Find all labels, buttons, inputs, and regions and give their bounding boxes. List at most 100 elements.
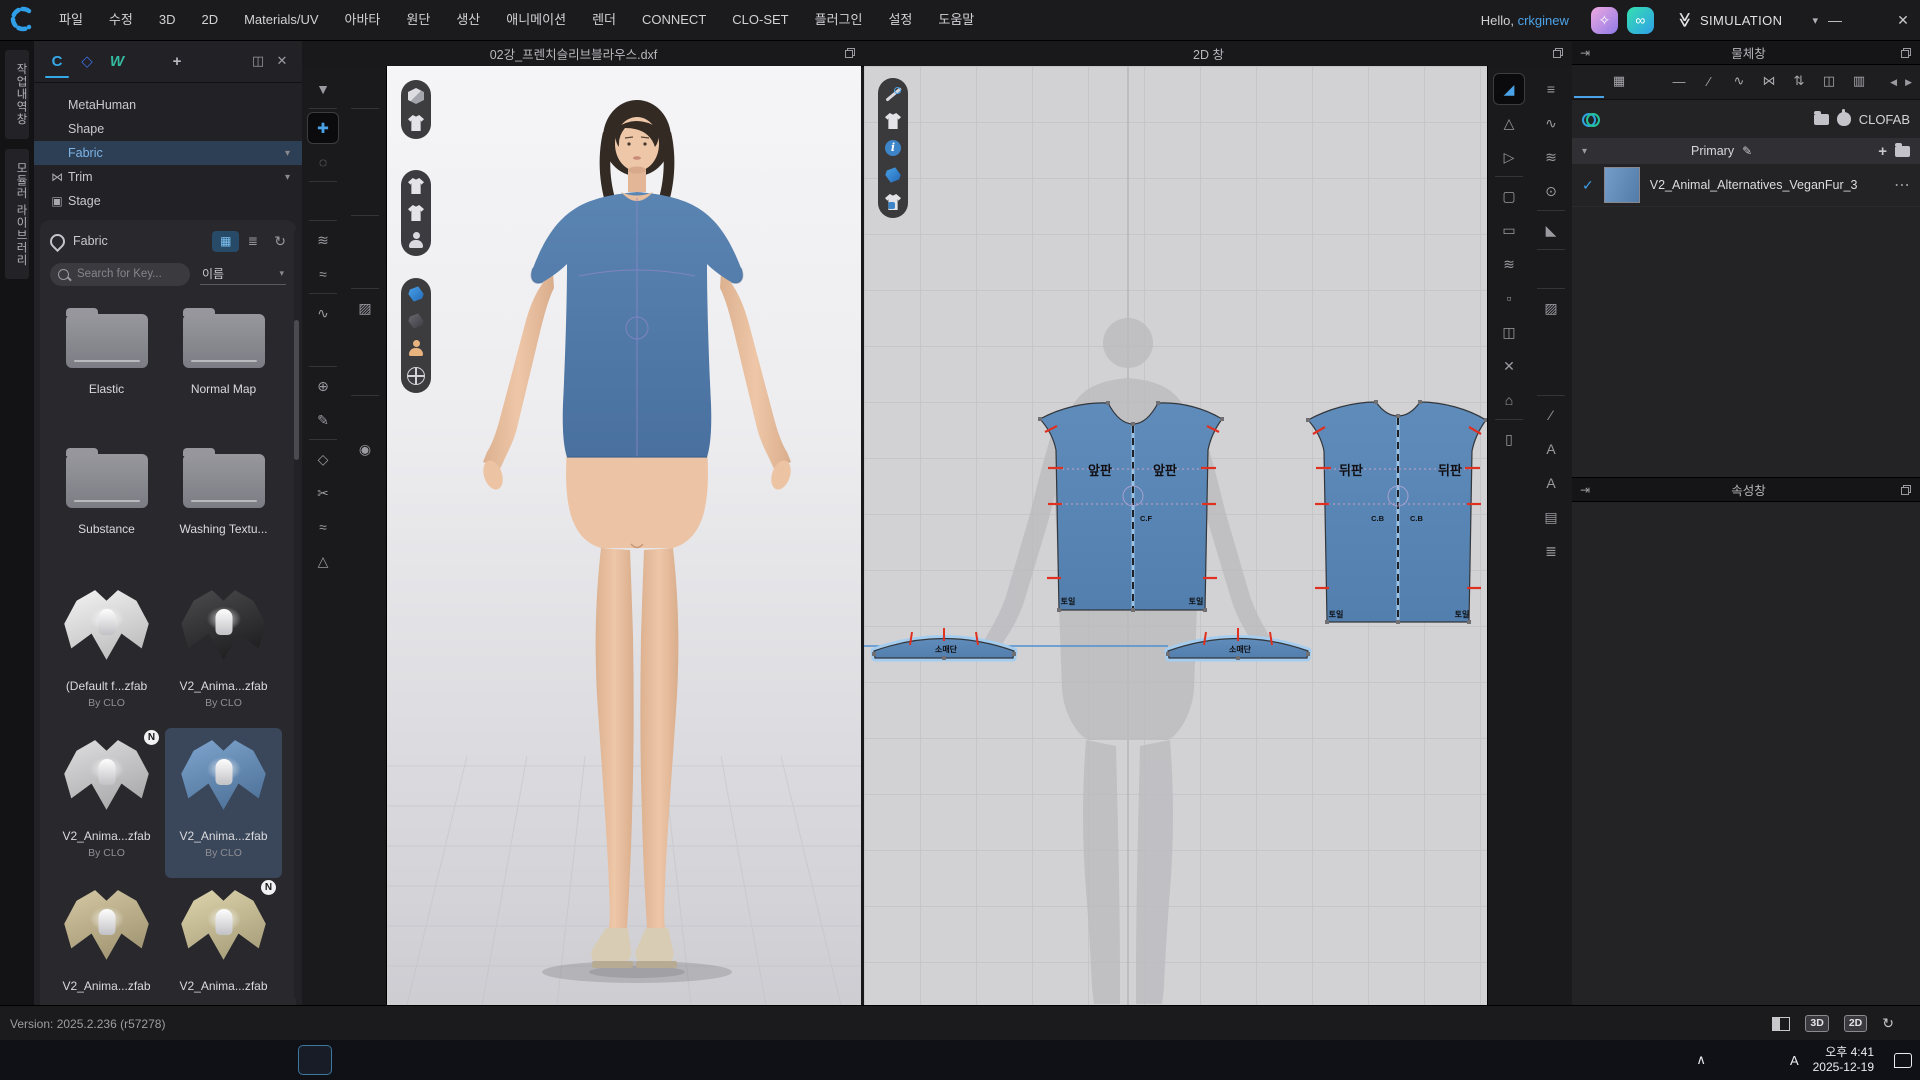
button-tool-icon[interactable] xyxy=(350,400,380,430)
select-brush-icon[interactable]: ◌ xyxy=(308,147,338,177)
clone-pattern-icon[interactable]: ◫ xyxy=(1494,317,1524,347)
float-window-icon[interactable] xyxy=(845,48,855,58)
library-item-veganfur-grey[interactable]: N V2_Anima...zfab By CLO xyxy=(48,728,165,878)
edge-browser-button[interactable] xyxy=(126,1040,168,1080)
fabric-view-on-icon[interactable] xyxy=(408,286,424,302)
menu-item[interactable]: 3D xyxy=(146,0,189,40)
library-scrollbar[interactable] xyxy=(294,230,299,999)
menu-item[interactable]: 수정 xyxy=(96,0,146,40)
menu-item[interactable]: CONNECT xyxy=(629,0,719,40)
styling-assist-icon[interactable] xyxy=(408,205,424,221)
layout-list-icon[interactable]: ≣ xyxy=(1536,536,1566,566)
3d-view-toggle[interactable]: 3D xyxy=(1805,1015,1828,1032)
menu-item[interactable]: 파일 xyxy=(46,0,96,40)
2d-viewport[interactable]: 앞판 앞판 C.F 토일 토일 xyxy=(864,66,1487,1005)
avatar[interactable] xyxy=(480,100,794,968)
free-sewing-2d-icon[interactable]: ∿ xyxy=(1536,108,1566,138)
ime-korean-icon[interactable]: A xyxy=(1790,1053,1799,1068)
fabric-2d-icon[interactable] xyxy=(885,167,901,183)
menu-item[interactable]: 생산 xyxy=(443,0,493,40)
refresh-view-icon[interactable]: ↻ xyxy=(1882,1015,1894,1032)
notification-center-icon[interactable] xyxy=(1894,1053,1912,1068)
library-item-veganfur-tan[interactable]: V2_Anima...zfab xyxy=(48,878,165,1005)
restore-button[interactable] xyxy=(1852,0,1886,40)
library-item-default-fabric[interactable]: (Default f...zfab By CLO xyxy=(48,578,165,728)
intersect-icon[interactable]: ✕ xyxy=(1494,351,1524,381)
check-icon[interactable]: ✓ xyxy=(1582,177,1594,194)
menu-item[interactable]: Materials/UV xyxy=(231,0,331,40)
search-button[interactable] xyxy=(42,1040,84,1080)
shirt-2d-icon[interactable] xyxy=(1536,254,1566,284)
file-explorer-button[interactable] xyxy=(210,1040,252,1080)
library-item-elastic[interactable]: Elastic xyxy=(48,298,165,438)
tab-piping[interactable]: ◫ xyxy=(1814,66,1844,98)
split-view-icon[interactable] xyxy=(1772,1017,1790,1031)
library-tab-folder[interactable] xyxy=(132,46,162,76)
avatar-skin-icon[interactable] xyxy=(408,340,424,356)
select-move-icon[interactable]: ✚ xyxy=(308,113,338,143)
pattern-front[interactable]: 앞판 앞판 C.F 토일 토일 xyxy=(1038,401,1224,612)
trace-icon[interactable]: ⌂ xyxy=(1494,385,1524,415)
menu-item[interactable]: 애니메이션 xyxy=(493,0,579,40)
fabric-list-item[interactable]: ✓ V2_Animal_Alternatives_VeganFur_3 ⋯ xyxy=(1572,164,1920,207)
fabric-view-off-icon[interactable] xyxy=(408,313,424,329)
chevron-down-icon[interactable]: ▾ xyxy=(1582,146,1587,157)
polygon-pattern-icon[interactable]: ▢ xyxy=(1494,181,1524,211)
checker-2d-icon[interactable] xyxy=(1536,327,1566,357)
grading-icon[interactable]: ▤ xyxy=(1536,502,1566,532)
menu-item[interactable]: 설정 xyxy=(875,0,925,40)
ai-magic-button[interactable]: ✧ xyxy=(1591,7,1618,34)
segment-sewing-icon[interactable]: ≋ xyxy=(308,225,338,255)
pattern-back[interactable]: 뒤판 뒤판 C.B C.B 토일 토일 xyxy=(1306,400,1487,624)
fold-arrangement-icon[interactable]: ◇ xyxy=(308,444,338,474)
drag-garment-icon[interactable] xyxy=(350,113,380,143)
checker-2d-b-icon[interactable] xyxy=(1536,361,1566,391)
float-window-icon[interactable] xyxy=(1901,48,1911,58)
avatar-walk-icon[interactable] xyxy=(350,74,380,104)
baseline-icon[interactable]: ⁄ xyxy=(1536,400,1566,430)
solidify-garment-icon[interactable] xyxy=(308,186,338,216)
username-link[interactable]: crkginew xyxy=(1518,13,1569,28)
tree-item-trim[interactable]: ⋈ Trim ▾ xyxy=(34,165,302,189)
segment-sewing-2d-icon[interactable]: ≡ xyxy=(1536,74,1566,104)
tab-bar[interactable]: ▥ xyxy=(1844,66,1874,98)
simulation-mode[interactable]: ≫ SIMULATION xyxy=(1677,11,1783,29)
fabric-group-row[interactable]: ▾ Primary ✎ + xyxy=(1572,138,1920,164)
library-item-veganfur-black[interactable]: V2_Anima...zfab By CLO xyxy=(165,578,282,728)
dock-tab-modular-library[interactable]: 모듈러 라이브러리 xyxy=(5,149,29,279)
property-window-titlebar[interactable]: ⇥ 속성창 xyxy=(1572,477,1920,502)
needle-edit-icon[interactable] xyxy=(885,86,901,102)
tree-item-fabric[interactable]: Fabric ▾ xyxy=(34,141,302,165)
tab-fabric[interactable] xyxy=(1574,66,1604,98)
free-sewing-icon[interactable]: ≈ xyxy=(308,259,338,289)
library-tab-add[interactable]: + xyxy=(162,46,192,76)
menu-item[interactable]: CLO-SET xyxy=(719,0,801,40)
clo-app-button[interactable] xyxy=(294,1040,336,1080)
tab-graphic[interactable]: ▦ xyxy=(1604,66,1634,98)
grid-app-button[interactable] xyxy=(252,1040,294,1080)
rectangle-pattern-icon[interactable]: ▭ xyxy=(1494,215,1524,245)
tab-zipper[interactable]: ⇅ xyxy=(1784,66,1814,98)
account-icon[interactable] xyxy=(222,49,246,73)
texture-edit-icon[interactable]: ▨ xyxy=(1536,293,1566,323)
pin-garment-icon[interactable] xyxy=(408,115,424,131)
stretch-garment-icon[interactable] xyxy=(350,254,380,284)
edit-group-icon[interactable]: ✎ xyxy=(1742,144,1752,158)
text-tool-icon[interactable]: A xyxy=(1536,434,1566,464)
taskbar-clock[interactable]: 오후 4:41 2025-12-19 xyxy=(1813,1045,1874,1075)
shirring-icon[interactable]: ≋ xyxy=(1494,249,1524,279)
steam-icon[interactable]: ≈ xyxy=(308,512,338,542)
pin-brush-icon[interactable]: ✎ xyxy=(308,405,338,435)
refresh-icon[interactable]: ↻ xyxy=(274,233,286,250)
tree-item-metahuman[interactable]: MetaHuman ▾ xyxy=(34,93,302,117)
start-button[interactable] xyxy=(0,1040,42,1080)
grid-view-button[interactable]: ▦ xyxy=(212,231,239,252)
library-item-veganfur-blue[interactable]: V2_Anima...zfab By CLO xyxy=(165,728,282,878)
minimize-button[interactable]: — xyxy=(1818,0,1852,40)
tab-tack[interactable]: — xyxy=(1664,66,1694,98)
move-garment-icon[interactable] xyxy=(350,147,380,177)
iron-icon[interactable]: ◣ xyxy=(1536,215,1566,245)
tabs-scroll-right-icon[interactable]: ▶ xyxy=(1905,77,1912,88)
chevron-down-icon[interactable]: ▾ xyxy=(285,148,290,159)
library-item-normal-map[interactable]: Normal Map xyxy=(165,298,282,438)
